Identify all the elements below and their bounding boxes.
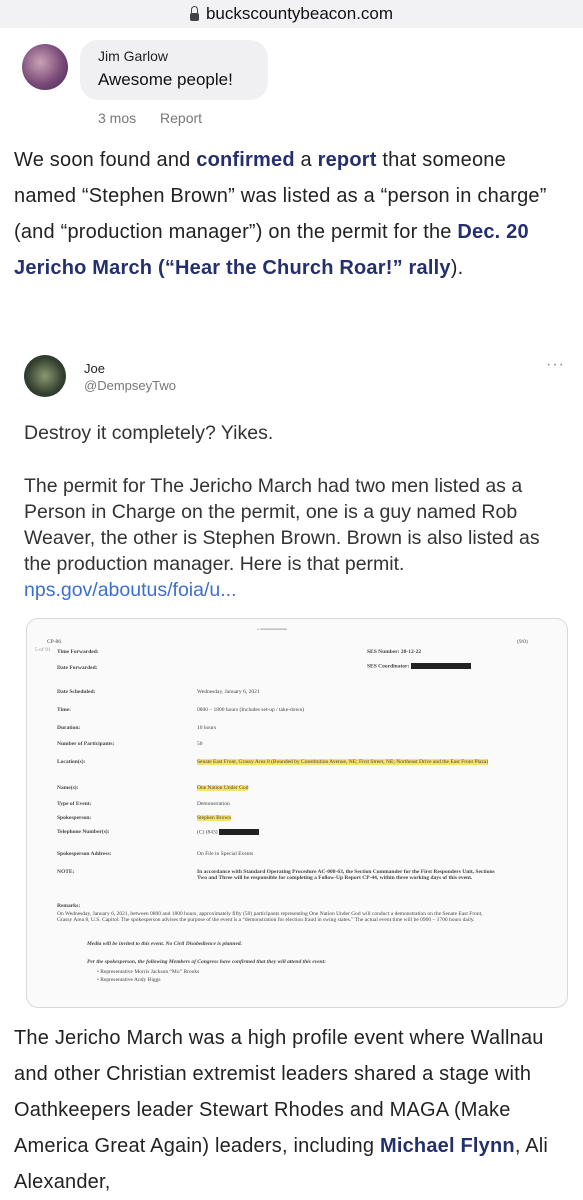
permit-field-value: On Wednesday, January 6, 2021, between 0… [57, 911, 483, 923]
comment-time: 3 mos [98, 110, 137, 126]
tweet-author-handle[interactable]: @DempseyTwo [84, 378, 176, 393]
comment-author[interactable]: Jim Garlow [98, 48, 248, 64]
highlighted-text: Senate East Front, Grassy Area 8 (Bounde… [197, 759, 489, 765]
tweet-line-1: Destroy it completely? Yikes. [24, 422, 274, 444]
permit-field-label: Remarks: [57, 903, 81, 909]
permit-representative: • Representative Andy Biggs [97, 977, 161, 983]
permit-field-label: Spokesperson Address: [57, 851, 112, 857]
permit-field-label: Location(s): [57, 759, 86, 765]
permit-field-value: 10 hours [197, 725, 217, 731]
permit-field-label: Date Scheduled: [57, 689, 96, 695]
comment-text: Awesome people! [98, 70, 233, 89]
permit-field-label: Telephone Number(s): [57, 829, 110, 835]
permit-field-value: Senate East Front, Grassy Area 8 (Bounde… [197, 759, 497, 765]
commenter-avatar[interactable] [22, 44, 68, 90]
permit-page-number: 5 of 91 [35, 647, 51, 653]
ses-number-label: SES Number: [367, 649, 400, 655]
article-paragraph-1: We soon found and confirmed a report tha… [14, 142, 569, 286]
michael-flynn-link[interactable]: Michael Flynn [380, 1135, 515, 1157]
permit-members-note: Per the spokesperson, the following Memb… [87, 959, 326, 965]
permit-document-image[interactable]: • ━━━━━━━━ CP-86 (9/0) 5 of 91 SES Numbe… [26, 618, 568, 1008]
tweet-avatar[interactable] [24, 355, 66, 397]
permit-field-label: Time Forwarded: [57, 649, 99, 655]
ses-coordinator-label: SES Coordinator: [367, 663, 410, 670]
highlighted-text: Stephen Brown [197, 815, 232, 821]
text-fragment: ). [450, 257, 464, 279]
permit-field-value: Stephen Brown [197, 815, 232, 821]
permit-header-right: (9/0) [517, 639, 528, 645]
permit-field-label: Time: [57, 707, 71, 713]
permit-ses-number: SES Number: 20-12-22 [367, 649, 421, 655]
confirmed-link[interactable]: confirmed [196, 149, 294, 171]
tweet-link[interactable]: nps.gov/aboutus/foia/u... [24, 579, 236, 601]
tweet-author-name[interactable]: Joe [84, 361, 105, 376]
comment: Jim Garlow Awesome people! [22, 40, 268, 100]
permit-media-note: Media will be invited to this event. No … [87, 941, 243, 947]
permit-field-value: One Nation Under God [197, 785, 249, 791]
phone-text: (C) (843) [197, 829, 218, 836]
tweet-body: The permit for The Jericho March had two… [24, 473, 554, 603]
permit-field-label: Name(s): [57, 785, 79, 791]
comment-meta: 3 mos Report [98, 110, 222, 126]
text-fragment: a [294, 149, 318, 171]
comment-bubble: Jim Garlow Awesome people! [80, 40, 268, 100]
permit-field-value: 50 [197, 741, 203, 747]
ses-number-value: 20-12-22 [400, 649, 422, 655]
permit-field-label: Spokesperson: [57, 815, 92, 821]
text-fragment: We soon found and [14, 149, 197, 171]
lock-icon [189, 6, 199, 21]
redaction-block [219, 829, 259, 835]
permit-ses-coordinator: SES Coordinator: [367, 663, 471, 669]
permit-representative: • Representative Morris Jackson “Mo” Bro… [97, 969, 200, 975]
permit-header-left: CP-86 [47, 639, 62, 645]
permit-field-label: Number of Participants: [57, 741, 115, 747]
redaction-block [410, 663, 471, 669]
permit-field-label: Duration: [57, 725, 81, 731]
permit-field-label: NOTE: [57, 869, 75, 875]
permit-field-value: 0800 – 1800 hours (Includes set-up / tak… [197, 707, 305, 713]
permit-field-value: On File in Special Events [197, 851, 254, 857]
url-text: buckscountybeacon.com [205, 4, 394, 23]
permit-field-value: In accordance with Standard Operating Pr… [197, 869, 495, 881]
more-options-icon[interactable]: ··· [546, 356, 565, 374]
permit-field-label: Type of Event: [57, 801, 92, 807]
article-paragraph-2: The Jericho March was a high profile eve… [14, 1020, 569, 1200]
permit-field-label: Date Forwarded: [57, 665, 98, 671]
permit-field-value: (C) (843) [197, 829, 259, 835]
image-source-label: • ━━━━━━━━ [257, 627, 287, 633]
embedded-tweet[interactable]: Joe @DempseyTwo ··· Destroy it completel… [0, 340, 583, 1010]
tweet-body-text: The permit for The Jericho March had two… [24, 475, 540, 575]
permit-field-value: Wednesday, January 6, 2021 [197, 689, 260, 695]
report-link[interactable]: report [318, 149, 377, 171]
highlighted-text: One Nation Under God [197, 785, 249, 791]
permit-field-value: Demonstration [197, 801, 230, 807]
comment-report-link[interactable]: Report [160, 110, 202, 126]
address-bar[interactable]: buckscountybeacon.com [0, 0, 583, 28]
